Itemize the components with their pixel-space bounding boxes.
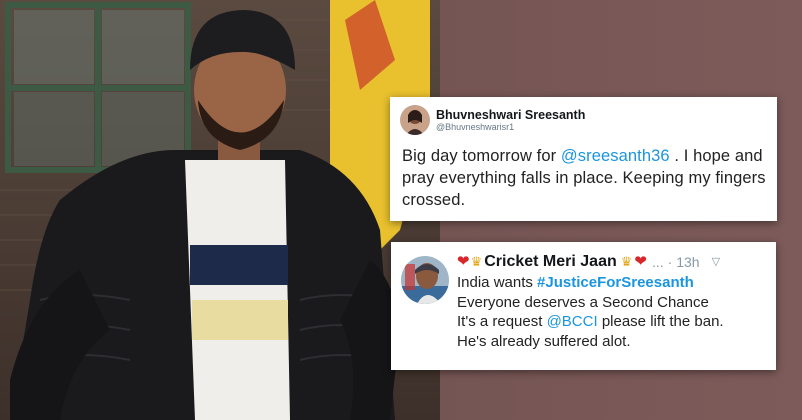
tweet-line-1: India wants #JusticeForSreesanth [457,273,768,293]
tweet-line-4: He's already suffered alot. [457,332,631,350]
tweet-card-1[interactable]: Bhuvneshwari Sreesanth @Bhuvneshwarisr1 … [390,97,777,221]
tweet-text: India wants #JusticeForSreesanth Everyon… [457,273,768,351]
more-text: ... [651,254,664,270]
line-text: It's a request [457,313,547,330]
heart-icon: ❤ [457,253,470,270]
timestamp[interactable]: · 13h [668,252,700,272]
tweet-text-start: Big day tomorrow for [402,147,561,165]
chevron-down-icon[interactable]: ▽ [712,252,720,272]
tweet-header: Bhuvneshwari Sreesanth @Bhuvneshwarisr1 [400,105,767,135]
tweet-line-2: Everyone deserves a Second Chance [457,293,709,311]
crown-icon: ♛ [620,254,633,269]
crown-icon: ♛ [470,254,483,269]
account-name[interactable]: Bhuvneshwari Sreesanth [436,108,585,122]
mention-link[interactable]: @BCCI [547,313,598,330]
account-handle[interactable]: @Bhuvneshwarisr1 [436,122,585,133]
avatar[interactable] [401,256,449,304]
line-text: India wants [457,274,538,291]
tweet-line-3: It's a request @BCCI please lift the ban… [457,312,768,332]
hashtag-link[interactable]: #JusticeForSreesanth [537,274,694,291]
line-text: please lift the ban. [597,313,724,330]
tshirt [185,160,290,420]
tweet-card-2[interactable]: ❤ ♛ Cricket Meri Jaan ♛ ❤ ... · 13h ▽ In… [391,242,776,370]
tweet-content: ❤ ♛ Cricket Meri Jaan ♛ ❤ ... · 13h ▽ In… [457,252,768,362]
heart-icon: ❤ [634,253,647,270]
tweet-header: ❤ ♛ Cricket Meri Jaan ♛ ❤ ... · 13h ▽ [457,252,768,272]
mention-link[interactable]: @sreesanth36 [561,147,670,165]
avatar[interactable] [400,105,430,135]
account-name[interactable]: Cricket Meri Jaan [484,252,617,272]
tweet-text: Big day tomorrow for @sreesanth36 . I ho… [400,145,767,211]
